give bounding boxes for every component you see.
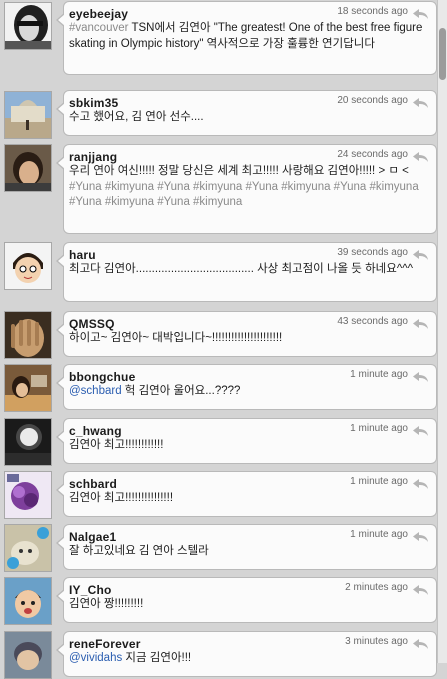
scrollbar-thumb[interactable] — [439, 28, 446, 80]
timestamp: 3 minutes ago — [345, 636, 408, 647]
tweet-bubble: reneForever 3 minutes ago @vividahs 지금 김연… — [56, 631, 437, 677]
username-link[interactable]: reneForever — [69, 637, 141, 651]
mention-link[interactable]: @vividahs — [69, 652, 122, 664]
timeline: eyebeejay 18 seconds ago #vancouver TSN에서… — [0, 0, 437, 679]
text-segment: 지금 김연아!!! — [122, 652, 192, 664]
tweet-item[interactable]: reneForever 3 minutes ago @vividahs 지금 김연… — [0, 0, 437, 679]
avatar[interactable] — [4, 631, 52, 679]
reply-arrow-icon[interactable] — [413, 637, 429, 649]
tweet-meta: reneForever 3 minutes ago — [69, 635, 430, 651]
tweet-text: @vividahs 지금 김연아!!! — [69, 651, 430, 667]
scrollbar[interactable] — [437, 0, 447, 663]
